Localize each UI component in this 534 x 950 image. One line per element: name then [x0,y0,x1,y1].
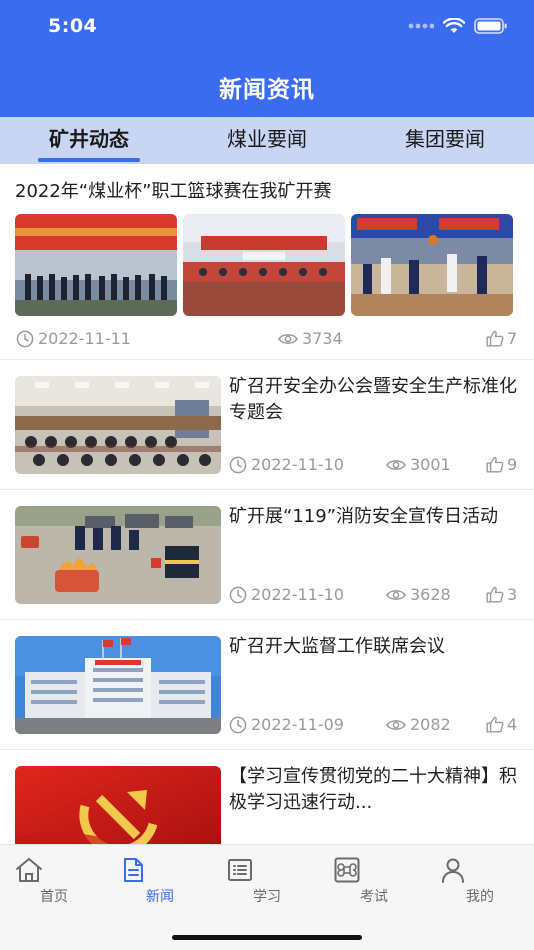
study-list-icon [227,857,307,883]
clock-icon [16,330,34,348]
eye-icon [386,588,406,602]
views-text: 3734 [302,329,343,348]
date-text: 2022-11-11 [38,329,131,348]
news-thumbnail [15,766,221,844]
home-indicator[interactable] [172,935,362,940]
active-tab-indicator [38,158,140,162]
tab-coal-industry-news[interactable]: 煤业要闻 [186,117,348,164]
view-count: 3001 [386,455,451,474]
news-item[interactable]: 矿开展“119”消防安全宣传日活动 2022-11-10 3628 3 [0,490,534,620]
battery-icon [474,18,508,34]
nav-exam[interactable]: 考试 [334,857,414,906]
publish-date: 2022-11-10 [229,585,344,604]
like-count[interactable]: 9 [486,455,517,474]
like-count[interactable]: 7 [486,329,517,348]
nav-label: 首页 [40,889,68,905]
app-header: 5:04 新闻资讯 [0,0,534,117]
tab-label: 煤业要闻 [227,127,307,151]
nav-label: 考试 [360,889,388,905]
publish-date: 2022-11-11 [16,329,131,348]
signal-dots-icon [408,23,434,29]
thumbs-up-icon [486,330,504,347]
like-count[interactable]: 4 [486,715,517,734]
publish-date: 2022-11-09 [229,715,344,734]
thumbs-up-icon [486,456,504,473]
news-title: 矿召开安全办公会暨安全生产标准化专题会 [229,376,517,423]
tab-group-news[interactable]: 集团要闻 [364,117,526,164]
news-thumbnail [351,214,513,316]
news-title: 【学习宣传贯彻党的二十大精神】积极学习迅速行动... [229,766,517,813]
eye-icon [386,718,406,732]
nav-label: 我的 [466,889,494,905]
news-thumbnail [15,636,221,734]
nav-label: 新闻 [146,889,174,905]
news-item[interactable]: 2022年“煤业杯”职工篮球赛在我矿开赛 2022-11-11 3734 7 [0,164,534,360]
thumbs-up-icon [486,716,504,733]
nav-profile[interactable]: 我的 [440,857,520,906]
page-title: 新闻资讯 [219,77,315,103]
like-count[interactable]: 3 [486,585,517,604]
tab-label: 矿井动态 [49,127,129,151]
news-feed[interactable]: 2022年“煤业杯”职工篮球赛在我矿开赛 2022-11-11 3734 7 矿… [0,164,534,844]
status-time: 5:04 [48,15,98,37]
tab-label: 集团要闻 [405,127,485,151]
category-tabs: 矿井动态 煤业要闻 集团要闻 [0,117,534,164]
date-text: 2022-11-09 [251,715,344,734]
news-thumbnail [15,214,177,316]
user-profile-icon [440,857,520,883]
thumbs-up-icon [486,586,504,603]
nav-study[interactable]: 学习 [227,857,307,906]
nav-label: 学习 [253,889,281,905]
news-thumbnail [15,506,221,604]
likes-text: 9 [507,455,518,474]
clock-icon [229,456,247,474]
view-count: 3734 [278,329,343,348]
status-icons [408,18,508,34]
news-title: 矿召开大监督工作联席会议 [229,636,445,657]
date-text: 2022-11-10 [251,455,344,474]
news-thumbnail [15,376,221,474]
publish-date: 2022-11-10 [229,455,344,474]
nav-news[interactable]: 新闻 [120,857,200,906]
news-item[interactable]: 【学习宣传贯彻党的二十大精神】积极学习迅速行动... [0,750,534,844]
date-text: 2022-11-10 [251,585,344,604]
views-text: 3001 [410,455,451,474]
clock-icon [229,716,247,734]
likes-text: 4 [507,715,518,734]
likes-text: 7 [507,329,518,348]
news-title: 矿开展“119”消防安全宣传日活动 [229,506,499,527]
eye-icon [386,458,406,472]
nav-home[interactable]: 首页 [14,857,94,906]
home-icon [14,857,94,883]
news-item[interactable]: 矿召开安全办公会暨安全生产标准化专题会 2022-11-10 3001 9 [0,360,534,490]
news-item[interactable]: 矿召开大监督工作联席会议 2022-11-09 2082 4 [0,620,534,750]
wifi-icon [443,18,465,34]
likes-text: 3 [507,585,518,604]
clock-icon [229,586,247,604]
news-thumbnail [183,214,345,316]
tab-mine-news[interactable]: 矿井动态 [8,117,170,164]
views-text: 2082 [410,715,451,734]
command-key-icon [334,857,414,883]
view-count: 3628 [386,585,451,604]
eye-icon [278,332,298,346]
news-title: 2022年“煤业杯”职工篮球赛在我矿开赛 [15,181,332,202]
news-document-icon [120,857,200,883]
view-count: 2082 [386,715,451,734]
views-text: 3628 [410,585,451,604]
